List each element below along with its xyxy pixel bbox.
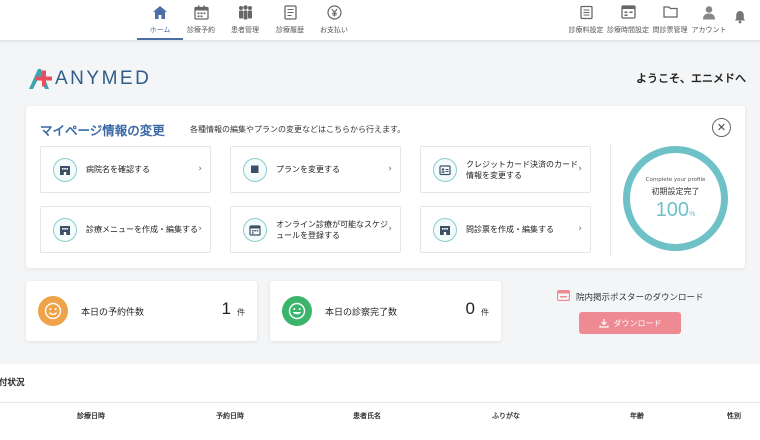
poster-text: 院内掲示ポスターのダウンロード xyxy=(576,293,704,303)
progress-value: 100% xyxy=(655,199,696,221)
calendar-icon xyxy=(243,218,267,242)
top-navigation: ホーム 診療予約 患者管理 診療履歴 お支払い 診療料設定 診療時間設定 問診票… xyxy=(0,0,760,40)
nav-patients[interactable]: 患者管理 xyxy=(220,4,270,36)
column-header: 診療日時 xyxy=(77,412,105,420)
tile-edit-questionnaire[interactable]: 問診票を作成・編集する › xyxy=(420,206,591,253)
stat-label: 本日の診察完了数 xyxy=(325,308,398,318)
reservations-panel: 付状況 診療日時 予約日時 患者氏名 ふりがな 年齢 性別 xyxy=(0,364,760,440)
tile-change-plan[interactable]: プランを変更する › xyxy=(230,146,401,193)
reservations-title: 付状況 xyxy=(0,378,25,388)
stat-unit: 件 xyxy=(237,308,245,317)
stat-card-completed: 本日の診察完了数 0 件 xyxy=(270,281,501,341)
stat-unit: 件 xyxy=(481,308,489,317)
card-title: マイページ情報の変更 xyxy=(40,123,165,138)
anymed-logo: ANYMED xyxy=(27,66,151,92)
person-icon xyxy=(684,5,734,23)
nav-payments-label: お支払い xyxy=(320,26,348,34)
pdf-icon xyxy=(556,289,571,304)
download-button[interactable]: ダウンロード xyxy=(579,312,681,334)
stat-value: 1 xyxy=(221,299,231,318)
column-header: 性別 xyxy=(727,412,741,420)
card-info-icon xyxy=(433,158,457,182)
progress-status: 初期設定完了 xyxy=(651,187,700,196)
close-icon: ✕ xyxy=(716,121,727,134)
chevron-right-icon: › xyxy=(578,164,582,174)
stat-value: 0 xyxy=(465,299,475,318)
tile-edit-menu[interactable]: 診療メニューを作成・編集する › xyxy=(40,206,211,253)
nav-account[interactable]: アカウント xyxy=(684,4,734,36)
nav-patients-label: 患者管理 xyxy=(231,26,259,34)
tile-label: 病院名を確認する xyxy=(86,165,150,174)
yen-icon xyxy=(309,5,359,23)
logo-mark-icon xyxy=(27,67,53,91)
column-header: ふりがな xyxy=(492,412,520,420)
tile-label: クレジットカード決済のカード情報を変更する xyxy=(466,159,578,180)
nav-history-label: 診療履歴 xyxy=(276,26,304,34)
nav-history[interactable]: 診療履歴 xyxy=(265,4,315,36)
stat-card-reservations: 本日の予約件数 1 件 xyxy=(26,281,257,341)
book-icon xyxy=(243,158,267,182)
profile-settings-card: マイページ情報の変更 各種情報の編集やプランの変更などはこちらから行えます。 ✕… xyxy=(26,106,745,268)
tile-change-credit-card[interactable]: クレジットカード決済のカード情報を変更する › xyxy=(420,146,591,193)
nav-reservations-label: 診療予約 xyxy=(187,26,215,34)
grin-icon xyxy=(282,296,312,326)
users-icon xyxy=(220,5,270,23)
table-divider xyxy=(0,402,760,403)
tile-label: プランを変更する xyxy=(276,165,340,174)
chevron-right-icon: › xyxy=(388,164,392,174)
hospital-icon xyxy=(53,158,77,182)
column-header: 患者氏名 xyxy=(353,412,381,420)
nav-account-label: アカウント xyxy=(691,26,727,34)
divider xyxy=(610,144,611,256)
greeting-text: ようこそ、エニメドへ xyxy=(636,72,746,85)
nav-reservations[interactable]: 診療予約 xyxy=(176,4,226,36)
nav-payments[interactable]: お支払い xyxy=(309,4,359,36)
tile-register-schedule[interactable]: オンライン診療が可能なスケジュールを登録する › xyxy=(230,206,401,253)
bell-icon[interactable] xyxy=(734,9,746,28)
download-icon xyxy=(598,319,609,328)
chevron-right-icon: › xyxy=(198,224,202,234)
profile-progress-ring: Complete your profile 初期設定完了 100% xyxy=(623,146,728,251)
close-button[interactable]: ✕ xyxy=(712,118,731,137)
tile-check-hospital-name[interactable]: 病院名を確認する › xyxy=(40,146,211,193)
document-icon xyxy=(265,5,315,23)
poster-download-label: 院内掲示ポスターのダウンロード xyxy=(556,289,704,304)
hospital-icon xyxy=(433,218,457,242)
tile-label: 問診票を作成・編集する xyxy=(466,225,554,234)
brand-name: ANYMED xyxy=(55,68,152,89)
stat-label: 本日の予約件数 xyxy=(81,308,145,318)
progress-caption: Complete your profile xyxy=(645,177,706,183)
smile-icon xyxy=(38,296,68,326)
hospital-icon xyxy=(53,218,77,242)
tile-label: オンライン診療が可能なスケジュールを登録する xyxy=(276,219,388,240)
column-header: 年齢 xyxy=(630,412,644,420)
column-header: 予約日時 xyxy=(216,412,244,420)
card-subtitle: 各種情報の編集やプランの変更などはこちらから行えます。 xyxy=(190,125,406,134)
tile-label: 診療メニューを作成・編集する xyxy=(86,225,198,234)
download-button-label: ダウンロード xyxy=(613,318,662,328)
chevron-right-icon: › xyxy=(198,164,202,174)
chevron-right-icon: › xyxy=(388,224,392,234)
chevron-right-icon: › xyxy=(578,224,582,234)
calendar-icon xyxy=(176,5,226,23)
